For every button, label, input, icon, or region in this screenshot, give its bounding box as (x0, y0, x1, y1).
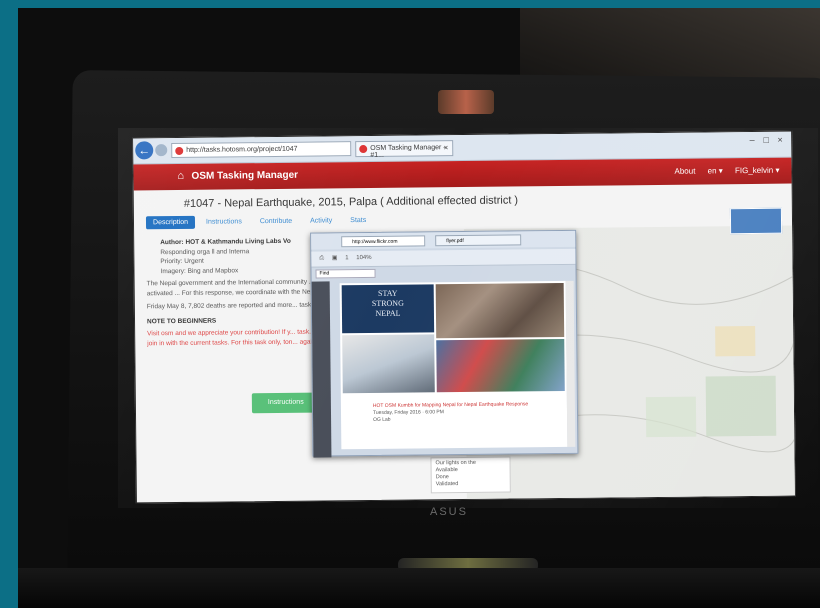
close-window-button[interactable]: × (773, 135, 787, 145)
pdf-page: STAY STRONG NEPAL HOT OSM Kumbh for Mapp… (339, 280, 568, 450)
tab-title: OSM Tasking Manager - #1... (370, 144, 446, 159)
popup-tab[interactable]: flyer.pdf (435, 234, 522, 247)
print-icon[interactable]: ⎙ (319, 255, 324, 261)
zoom-level[interactable]: 104% (356, 255, 371, 261)
project-tabs: Description Instructions Contribute Activit… (145, 214, 377, 232)
laptop-brand-logo: ASUS (430, 506, 468, 518)
tab-favicon-icon (359, 145, 368, 154)
legend-validated: Validated (435, 481, 459, 488)
popup-titlebar: http://www.flickr.com flyer.pdf (311, 230, 576, 250)
photo-frame: ← http://tasks.hotosm.org/project/1047 O… (18, 8, 820, 608)
laptop-base (18, 568, 820, 608)
address-text: http://tasks.hotosm.org/project/1047 (186, 145, 298, 154)
volunteers-photo (342, 334, 435, 394)
map-legend: Our lights on the Available Done Validat… (430, 456, 511, 494)
nav-user[interactable]: FIG_kelvin ▾ (735, 166, 780, 175)
project-title: #1047 - Nepal Earthquake, 2015, Palpa ( … (183, 194, 519, 210)
tab-stats[interactable]: Stats (343, 214, 373, 227)
pdf-scrollbar[interactable] (565, 280, 576, 447)
popup-address-bar[interactable]: http://www.flickr.com (341, 235, 426, 248)
window-controls: – □ × (745, 135, 787, 145)
forward-arrow-icon[interactable] (155, 144, 168, 157)
rubble-photo (435, 282, 565, 339)
nav-about[interactable]: About (674, 167, 695, 176)
save-icon[interactable]: ▣ (332, 255, 338, 261)
tab-close-icon[interactable]: × (444, 143, 449, 152)
back-arrow-icon[interactable]: ← (135, 141, 154, 160)
nav-language[interactable]: en ▾ (708, 166, 723, 175)
address-bar[interactable]: http://tasks.hotosm.org/project/1047 (171, 141, 352, 159)
browser-tab[interactable]: OSM Tasking Manager - #1... × (355, 140, 454, 159)
site-icon (175, 146, 184, 156)
tab-instructions[interactable]: Instructions (199, 215, 249, 229)
tab-description[interactable]: Description (145, 215, 196, 230)
pdf-toolbar: ⎙ ▣ 1 104% (311, 248, 576, 268)
tab-activity[interactable]: Activity (303, 214, 339, 227)
poster-slogan: STAY STRONG NEPAL (341, 284, 435, 334)
start-mapping-button[interactable]: Instructions (251, 392, 314, 414)
poster-line-3: NEPAL (375, 308, 401, 318)
site-brand[interactable]: OSM Tasking Manager (191, 170, 298, 182)
tab-contribute[interactable]: Contribute (253, 215, 299, 228)
pdf-sidebar (311, 281, 332, 458)
flyer-caption: HOT OSM Kumbh for Mapping Nepal for Nepa… (353, 401, 553, 424)
pdf-viewer-window: http://www.flickr.com flyer.pdf ⎙ ▣ 1 10… (310, 229, 579, 458)
home-icon[interactable]: ⌂ (177, 170, 184, 182)
world-minimap[interactable] (729, 207, 783, 235)
laptop-screen: ← http://tasks.hotosm.org/project/1047 O… (132, 130, 796, 504)
maximize-button[interactable]: □ (759, 135, 773, 145)
site-header: ⌂ OSM Tasking Manager About en ▾ FIG_kel… (133, 157, 792, 191)
minimize-button[interactable]: – (745, 135, 759, 145)
mapping-party-photo (436, 338, 565, 393)
header-nav: About en ▾ FIG_kelvin ▾ (664, 166, 779, 176)
find-input[interactable]: Find (315, 268, 376, 279)
webcam-icon (438, 90, 494, 114)
page-number-field[interactable]: 1 (345, 255, 348, 261)
